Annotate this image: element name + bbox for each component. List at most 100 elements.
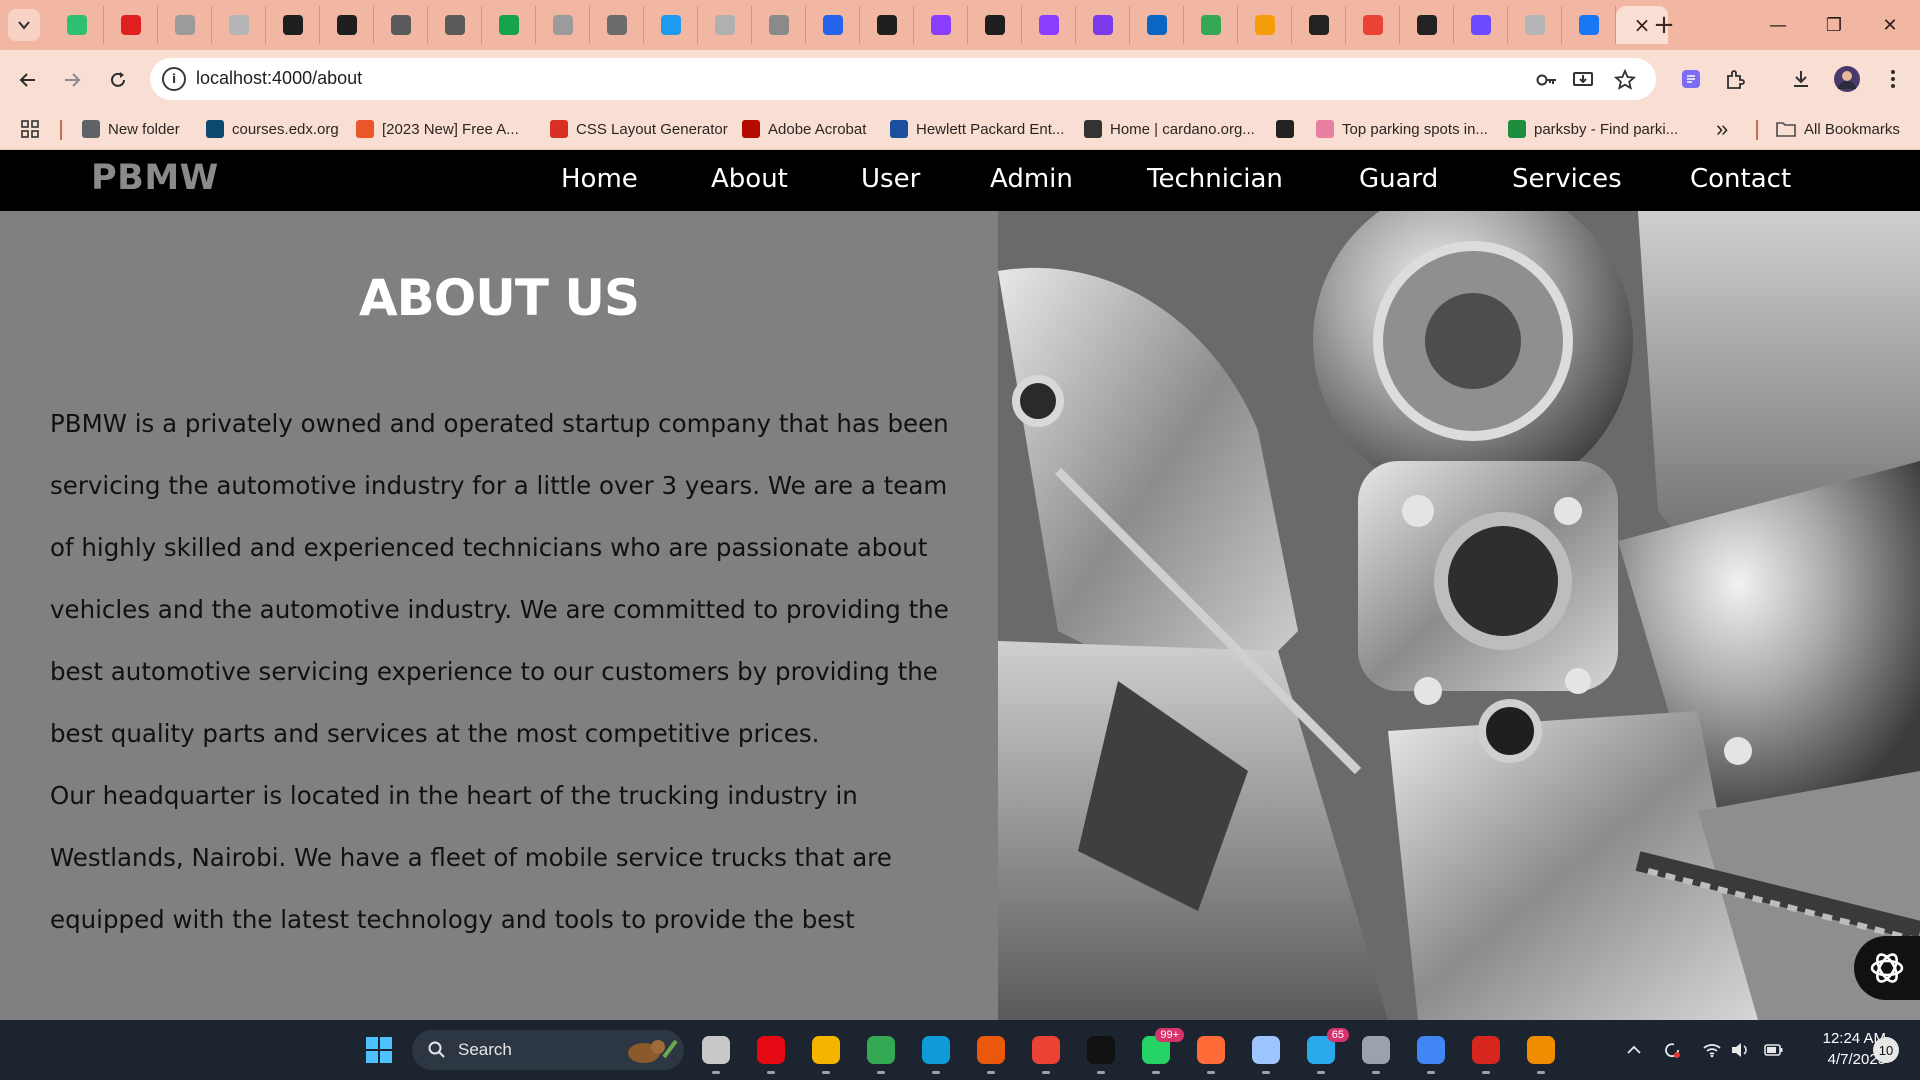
wifi-icon[interactable] [1700,1038,1724,1062]
site-info-icon[interactable]: i [162,67,186,91]
more-bookmarks-button[interactable]: » [1716,116,1728,142]
menu-dots-icon[interactable] [1878,64,1908,94]
taskbar-app-edge[interactable] [918,1032,954,1074]
taskbar-app-task-view[interactable] [698,1032,734,1074]
bookmark-item[interactable]: Hewlett Packard Ent... [890,116,1064,142]
taskbar-app-chrome[interactable] [863,1032,899,1074]
tab-search-button[interactable] [8,9,40,41]
browser-tab[interactable] [1400,6,1454,44]
browser-tab[interactable] [1454,6,1508,44]
browser-tab[interactable] [158,6,212,44]
nav-link-technician[interactable]: Technician [1147,164,1283,194]
browser-tab[interactable] [374,6,428,44]
nav-link-user[interactable]: User [861,164,920,194]
taskbar-app-whatsapp[interactable]: 99+ [1138,1028,1184,1074]
running-indicator [1317,1071,1325,1074]
back-button[interactable] [10,62,46,98]
new-tab-button[interactable]: + [1648,9,1680,41]
browser-tab[interactable] [806,6,860,44]
bookmark-star-icon[interactable] [1612,67,1638,93]
browser-tab[interactable] [590,6,644,44]
browser-tab[interactable] [320,6,374,44]
bookmark-item[interactable]: CSS Layout Generator [550,116,728,142]
taskbar-app-netflix[interactable] [753,1032,789,1074]
browser-tab[interactable] [644,6,698,44]
browser-tab[interactable] [428,6,482,44]
browser-tab[interactable] [698,6,752,44]
browser-tab[interactable] [860,6,914,44]
sync-icon[interactable] [1660,1038,1684,1062]
parksby-icon [1508,120,1526,138]
browser-tab[interactable] [1238,6,1292,44]
taskbar-app-monitor[interactable] [1248,1032,1284,1074]
taskbar-app-settings[interactable] [1358,1032,1394,1074]
extension-purple-icon[interactable] [1676,64,1706,94]
taskbar-app-vlc[interactable] [1523,1032,1559,1074]
forward-button[interactable] [54,62,90,98]
apps-grid-icon[interactable] [20,116,40,142]
extensions-icon[interactable] [1720,64,1750,94]
nav-link-home[interactable]: Home [561,164,638,194]
site-brand[interactable]: PBMW [91,158,219,198]
taskbar-search[interactable]: Search [412,1030,684,1070]
browser-tab[interactable] [914,6,968,44]
nav-link-about[interactable]: About [711,164,788,194]
tray-chevron-up-icon[interactable] [1622,1038,1646,1062]
nav-link-guard[interactable]: Guard [1359,164,1438,194]
battery-icon[interactable] [1762,1038,1786,1062]
openai-assistant-button[interactable] [1854,936,1920,1000]
taskbar-app-acrobat[interactable] [1468,1032,1504,1074]
browser-tab[interactable] [1130,6,1184,44]
browser-tab[interactable] [266,6,320,44]
browser-tab[interactable] [1292,6,1346,44]
bookmark-item[interactable] [1276,116,1294,142]
browser-tab[interactable] [1346,6,1400,44]
bookmark-item[interactable]: Home | cardano.org... [1084,116,1255,142]
nav-link-services[interactable]: Services [1512,164,1622,194]
bookmark-item[interactable]: Adobe Acrobat [742,116,866,142]
bookmark-item[interactable]: courses.edx.org [206,116,339,142]
bookmark-item[interactable]: [2023 New] Free A... [356,116,519,142]
restore-button[interactable]: ❐ [1806,0,1862,50]
address-bar[interactable]: i localhost:4000/about [150,58,1656,100]
running-indicator [1152,1071,1160,1074]
minimize-button[interactable]: — [1750,0,1806,50]
address-url[interactable]: localhost:4000/about [196,68,362,89]
volume-icon[interactable] [1728,1038,1752,1062]
browser-tab[interactable] [968,6,1022,44]
browser-tab[interactable] [1022,6,1076,44]
bookmark-item[interactable]: Top parking spots in... [1316,116,1488,142]
site-navbar: PBMW Home About User Admin Technician Gu… [0,150,1920,211]
browser-tab[interactable] [536,6,590,44]
profile-avatar[interactable] [1832,64,1862,94]
start-button[interactable] [361,1032,397,1068]
taskbar-app-chrome-alt[interactable] [1413,1032,1449,1074]
taskbar-app-chrome-active[interactable] [1028,1032,1064,1074]
close-window-button[interactable]: ✕ [1862,0,1918,50]
reload-button[interactable] [100,62,136,98]
taskbar-clock[interactable]: 12:24 AM 4/7/2025 [1790,1028,1886,1070]
taskbar-app-postman[interactable] [1193,1032,1229,1074]
browser-tab[interactable] [482,6,536,44]
nav-link-admin[interactable]: Admin [990,164,1073,194]
taskbar-app-terminal[interactable] [1083,1032,1119,1074]
browser-tab[interactable] [1562,6,1616,44]
nav-link-contact[interactable]: Contact [1690,164,1791,194]
browser-tab[interactable] [1076,6,1130,44]
all-bookmarks-button[interactable]: All Bookmarks [1776,116,1900,142]
browser-tab[interactable] [104,6,158,44]
browser-tab[interactable] [752,6,806,44]
browser-tab[interactable] [1184,6,1238,44]
taskbar-app-file-explorer[interactable] [808,1032,844,1074]
browser-tab[interactable] [1508,6,1562,44]
install-app-icon[interactable] [1570,67,1596,93]
taskbar-app-telegram[interactable]: 65 [1303,1028,1349,1074]
browser-tab[interactable] [50,6,104,44]
bookmark-item[interactable]: parksby - Find parki... [1508,116,1678,142]
browser-tab[interactable] [212,6,266,44]
bookmark-item[interactable]: New folder [82,116,180,142]
download-icon[interactable] [1786,64,1816,94]
taskbar-app-office[interactable] [973,1032,1009,1074]
notification-count-badge[interactable]: 10 [1873,1037,1899,1063]
key-icon[interactable] [1534,67,1560,93]
